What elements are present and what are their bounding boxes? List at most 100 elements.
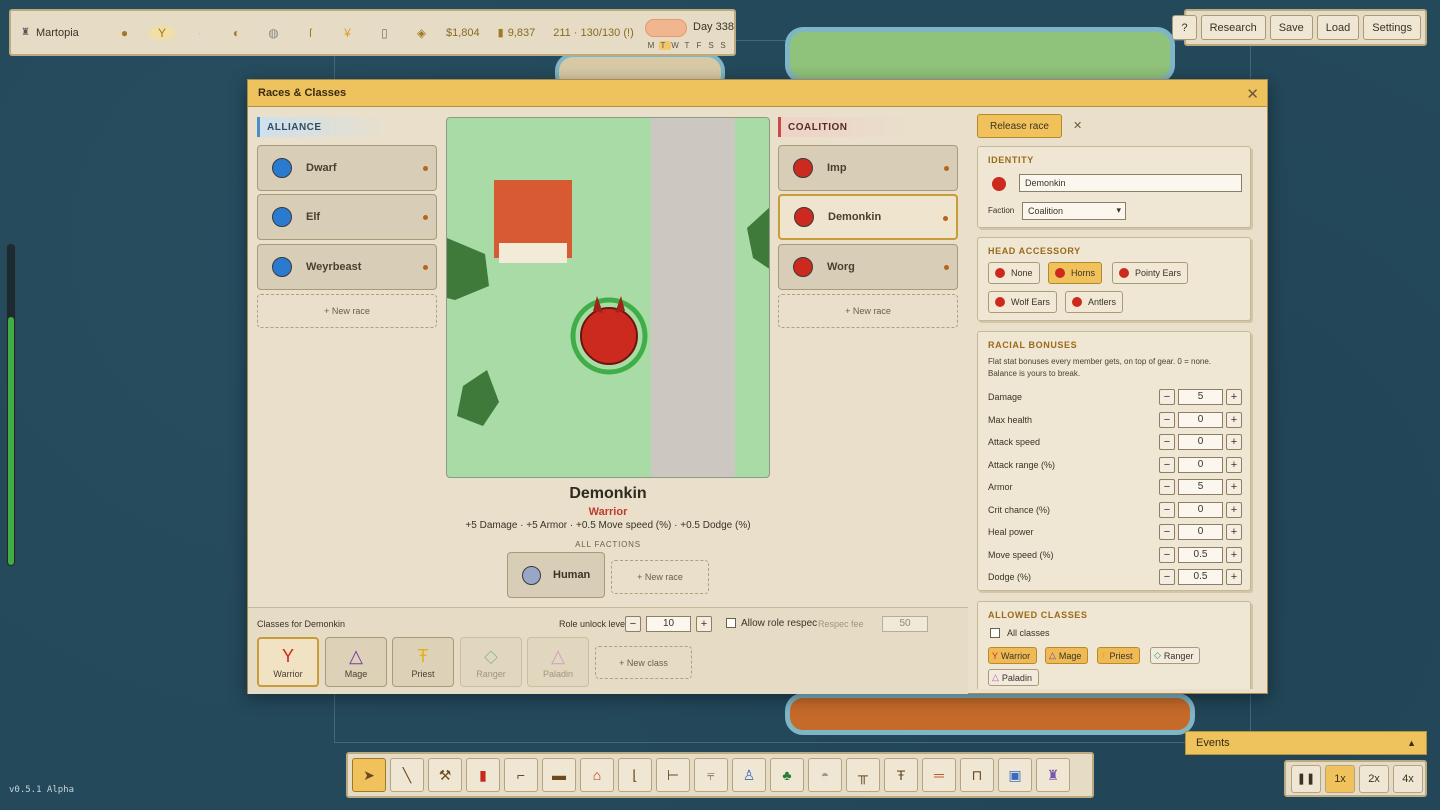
save-button[interactable]: Save xyxy=(1269,15,1313,40)
warrior-icon[interactable]: Y xyxy=(148,25,175,40)
tower-tool[interactable]: ♜ xyxy=(1036,758,1070,792)
decrement-button[interactable]: − xyxy=(1159,411,1175,428)
role-unlock-decrement-button[interactable]: − xyxy=(625,616,641,632)
dock-tool[interactable]: ⫧ xyxy=(694,758,728,792)
race-name-input[interactable]: Demonkin xyxy=(1019,174,1242,192)
decrement-button[interactable]: − xyxy=(1159,524,1175,540)
head-option-antlers[interactable]: Antlers xyxy=(1065,291,1124,313)
class-card-priest[interactable]: Ŧ Priest xyxy=(392,637,454,687)
faction-select[interactable]: Coalition ▾ xyxy=(1022,202,1126,220)
race-card-dwarf[interactable]: Dwarf xyxy=(257,145,437,191)
speed-2x-button[interactable]: 2x xyxy=(1359,764,1389,793)
bonus-value-input[interactable]: 0 xyxy=(1178,501,1223,518)
table-tool[interactable]: ╥ xyxy=(846,758,880,792)
head-option-none[interactable]: None xyxy=(988,262,1040,284)
allowed-chip-mage[interactable]: △ Mage xyxy=(1045,647,1089,664)
allow-respec-checkbox[interactable] xyxy=(726,618,736,628)
bench-tool[interactable]: ═ xyxy=(922,758,956,792)
settings-button[interactable]: Settings xyxy=(1363,15,1421,40)
shrine-tool[interactable]: ⊓ xyxy=(960,758,994,792)
rock-tool[interactable]: ◓ xyxy=(808,758,842,792)
portal-tool[interactable]: ▣ xyxy=(998,758,1032,792)
bonus-value-input[interactable]: 5 xyxy=(1178,479,1223,495)
decrement-button[interactable]: − xyxy=(1159,546,1175,563)
role-unlock-increment-button[interactable]: + xyxy=(696,616,712,632)
close-release-icon[interactable]: ✕ xyxy=(1073,119,1082,132)
decrement-button[interactable]: − xyxy=(1159,389,1175,405)
new-race-all-button[interactable]: + New race xyxy=(611,560,709,594)
statue-tool[interactable]: ♙ xyxy=(732,758,766,792)
race-card-weyrbeast[interactable]: Weyrbeast xyxy=(257,244,437,290)
banner-tool[interactable]: ▮ xyxy=(466,758,500,792)
chest-tool[interactable]: ▬ xyxy=(542,758,576,792)
scroll-icon[interactable]: ▯ xyxy=(366,26,403,40)
allowed-chip-warrior[interactable]: Y Warrior xyxy=(988,647,1038,664)
increment-button[interactable]: + xyxy=(1226,479,1242,495)
gate-tool[interactable]: ⊢ xyxy=(656,758,690,792)
increment-button[interactable]: + xyxy=(1226,546,1242,563)
new-race-coalition-button[interactable]: + New race xyxy=(778,294,958,328)
increment-button[interactable]: + xyxy=(1226,411,1242,428)
decrement-button[interactable]: − xyxy=(1159,479,1175,495)
class-card-mage[interactable]: △ Mage xyxy=(325,637,387,687)
city-name[interactable]: Martopia xyxy=(36,27,106,39)
road-tool[interactable]: ╲ xyxy=(390,758,424,792)
decrement-button[interactable]: − xyxy=(1159,501,1175,518)
pause-button[interactable]: ❚❚ xyxy=(1291,764,1321,793)
release-race-button[interactable]: Release race xyxy=(977,114,1062,138)
hammer-icon[interactable]: ſ xyxy=(292,26,329,40)
increment-button[interactable]: + xyxy=(1226,456,1242,473)
bonus-value-input[interactable]: 0 xyxy=(1178,411,1223,428)
race-card-demonkin[interactable]: Demonkin xyxy=(778,194,958,240)
decrement-button[interactable]: − xyxy=(1159,569,1175,585)
decrement-button[interactable]: − xyxy=(1159,456,1175,473)
bread-icon[interactable]: ◐ xyxy=(218,26,255,40)
bonus-value-input[interactable]: 0.5 xyxy=(1178,569,1223,585)
research-button[interactable]: Research xyxy=(1200,15,1266,40)
bonus-value-input[interactable]: 0 xyxy=(1178,456,1223,473)
class-card-ranger[interactable]: ◇ Ranger xyxy=(460,637,522,687)
hammer-tool[interactable]: ⚒ xyxy=(428,758,462,792)
wheat-icon[interactable]: ¥ xyxy=(329,26,366,40)
wall-tool[interactable]: ⌐ xyxy=(504,758,538,792)
head-option-wolf-ears[interactable]: Wolf Ears xyxy=(988,291,1057,313)
race-card-elf[interactable]: Elf xyxy=(257,194,437,240)
head-option-horns[interactable]: Horns xyxy=(1048,262,1103,284)
increment-button[interactable]: + xyxy=(1226,389,1242,405)
events-panel-toggle[interactable]: Events ▲ xyxy=(1185,731,1427,755)
increment-button[interactable]: + xyxy=(1226,434,1242,450)
increment-button[interactable]: + xyxy=(1226,524,1242,540)
potion-icon[interactable]: ● xyxy=(106,26,143,40)
allowed-chip-paladin[interactable]: △ Paladin xyxy=(988,669,1039,686)
shield-icon[interactable]: ◈ xyxy=(403,26,440,40)
speed-1x-button[interactable]: 1x xyxy=(1325,764,1355,793)
house-tool[interactable]: ⌂ xyxy=(580,758,614,792)
allowed-chip-priest[interactable]: Ŧ Priest xyxy=(1097,647,1140,664)
race-card-human[interactable]: Human xyxy=(507,552,605,598)
blank-icon[interactable]: · xyxy=(181,26,218,40)
lamp-tool[interactable]: Ŧ xyxy=(884,758,918,792)
day-widget[interactable]: Day 338 M T W T F S S xyxy=(645,17,737,53)
tree-tool[interactable]: ♣ xyxy=(770,758,804,792)
new-class-button[interactable]: + New class xyxy=(595,646,692,679)
respec-fee-input[interactable]: 50 xyxy=(882,616,928,632)
ore-icon[interactable]: ◍ xyxy=(255,26,292,40)
select-cursor-tool[interactable]: ➤ xyxy=(352,758,386,792)
load-button[interactable]: Load xyxy=(1316,15,1360,40)
bonus-value-input[interactable]: 0 xyxy=(1178,434,1223,450)
class-card-warrior[interactable]: Y Warrior xyxy=(257,637,319,687)
race-card-imp[interactable]: Imp xyxy=(778,145,958,191)
new-race-alliance-button[interactable]: + New race xyxy=(257,294,437,328)
increment-button[interactable]: + xyxy=(1226,569,1242,585)
role-unlock-input[interactable]: 10 xyxy=(646,616,691,632)
all-classes-checkbox[interactable] xyxy=(990,628,1000,638)
bonus-value-input[interactable]: 5 xyxy=(1178,389,1223,405)
increment-button[interactable]: + xyxy=(1226,501,1242,518)
decrement-button[interactable]: − xyxy=(1159,434,1175,450)
close-icon[interactable]: ✕ xyxy=(1246,85,1259,103)
class-card-paladin[interactable]: △ Paladin xyxy=(527,637,589,687)
allowed-chip-ranger[interactable]: ◇ Ranger xyxy=(1150,647,1201,664)
bonus-value-input[interactable]: 0 xyxy=(1178,524,1223,540)
bonus-value-input[interactable]: 0.5 xyxy=(1178,546,1223,563)
race-card-worg[interactable]: Worg xyxy=(778,244,958,290)
